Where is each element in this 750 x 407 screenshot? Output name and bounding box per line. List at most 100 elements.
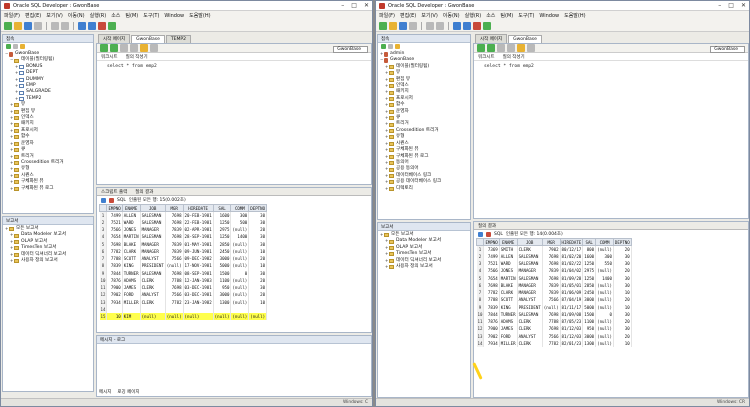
close-icon[interactable]: ✕ xyxy=(741,2,746,9)
table-cell[interactable]: 7900 xyxy=(483,325,500,333)
table-cell[interactable]: 81/02/20 xyxy=(560,252,584,260)
table-cell[interactable]: 7698 xyxy=(106,240,123,248)
pin-icon[interactable] xyxy=(101,197,106,203)
table-cell[interactable]: SALESMAN xyxy=(517,310,543,318)
table-cell[interactable]: 30 xyxy=(613,252,632,260)
column-header[interactable]: COMM xyxy=(230,204,250,212)
redo-icon[interactable] xyxy=(61,21,69,30)
table-cell[interactable]: 7782 xyxy=(542,339,561,347)
table-cell[interactable]: SALESMAN xyxy=(517,252,543,260)
menu-item[interactable]: 실행(R) xyxy=(465,12,482,19)
table-cell[interactable]: 20 xyxy=(613,245,632,253)
column-header[interactable]: MGR xyxy=(541,238,561,246)
table-cell[interactable]: (null) xyxy=(230,276,250,284)
menu-item[interactable]: 소스 xyxy=(111,12,120,19)
table-cell[interactable]: 7654 xyxy=(106,233,123,241)
table-cell[interactable]: 1500 xyxy=(582,310,597,318)
menu-item[interactable]: 도구(T) xyxy=(518,12,534,19)
table-cell[interactable]: SALESMAN xyxy=(140,218,166,226)
table-cell[interactable]: 7782 xyxy=(165,298,184,306)
table-cell[interactable]: SALESMAN xyxy=(517,260,543,268)
menu-item[interactable]: 파일(F) xyxy=(379,12,395,19)
table-cell[interactable]: 81/11/17 xyxy=(560,303,584,311)
table-cell[interactable]: 30 xyxy=(613,281,632,289)
rollback-icon[interactable] xyxy=(130,44,138,52)
table-row[interactable]: 5 7654 MARTIN SALESMAN 7698 81/09/28 1250 1400 3… xyxy=(476,274,632,282)
sql-tab-icon[interactable] xyxy=(486,231,491,237)
table-cell[interactable]: 81/06/09 xyxy=(560,289,584,297)
table-row[interactable]: 12 7900 JAMES CLERK 7698 81/12/03 950 (null) 30 xyxy=(476,325,632,333)
forward-icon[interactable] xyxy=(463,21,471,30)
table-cell[interactable]: 7782 xyxy=(106,247,123,255)
table-cell[interactable]: PRESIDENT xyxy=(517,303,543,311)
table-cell[interactable]: 2975 xyxy=(582,267,597,275)
worksheet-subtab[interactable]: 질의 작성기 xyxy=(503,54,525,60)
table-cell[interactable]: 7900 xyxy=(106,284,123,292)
table-cell[interactable]: 0 xyxy=(595,310,614,318)
menu-item[interactable]: Window xyxy=(539,13,559,19)
menu-item[interactable]: 이동(N) xyxy=(68,12,85,19)
table-row[interactable]: 5 7698 BLAKE MANAGER 7839 01-MAY-1981 2850 (nul… xyxy=(99,240,268,248)
table-cell[interactable]: (null) xyxy=(248,313,268,321)
column-header[interactable]: JOB xyxy=(516,238,543,246)
table-cell[interactable]: 10 xyxy=(248,247,268,255)
open-icon[interactable] xyxy=(14,21,22,30)
result-tab[interactable]: 질의 결과 xyxy=(135,189,153,195)
table-row[interactable]: 10 7876 ADAMS CLERK 7788 12-JAN-1983 1100 (null… xyxy=(99,276,268,284)
column-header[interactable]: MGR xyxy=(164,204,184,212)
table-row[interactable]: 9 7839 KING PRESIDENT (null) 81/11/17 5000 (nul… xyxy=(476,303,632,311)
table-cell[interactable]: 30 xyxy=(248,284,268,292)
table-cell[interactable]: 300 xyxy=(595,252,614,260)
menu-item[interactable]: 도구(T) xyxy=(143,12,159,19)
table-cell[interactable]: MILLER xyxy=(499,339,518,347)
table-cell[interactable]: MANAGER xyxy=(140,240,166,248)
table-cell[interactable]: 23-JAN-1982 xyxy=(183,298,214,306)
table-row[interactable]: 9 7844 TURNER SALESMAN 7698 08-SEP-1981 1500 0 3… xyxy=(99,269,268,277)
table-cell[interactable]: SALESMAN xyxy=(140,211,166,219)
table-cell[interactable]: BLAKE xyxy=(122,240,141,248)
table-cell[interactable]: 3000 xyxy=(582,296,597,304)
table-cell[interactable]: ANALYST xyxy=(140,291,166,299)
save-icon[interactable] xyxy=(399,21,407,30)
new-icon[interactable] xyxy=(4,21,12,30)
table-cell[interactable]: 81/12/03 xyxy=(560,325,584,333)
save-all-icon[interactable] xyxy=(34,21,42,30)
undo-icon[interactable] xyxy=(426,21,434,30)
table-cell[interactable] xyxy=(213,305,232,313)
explain-plan-icon[interactable] xyxy=(140,44,148,52)
table-row[interactable]: 4 7654 MARTIN SALESMAN 7698 28-SEP-1981 1250 14… xyxy=(99,233,268,241)
table-cell[interactable]: 7839 xyxy=(542,289,561,297)
table-cell[interactable]: 03-DEC-1981 xyxy=(183,284,214,292)
table-cell[interactable]: 30 xyxy=(613,260,632,268)
table-cell[interactable]: 3000 xyxy=(582,332,597,340)
sql-tab-icon[interactable] xyxy=(109,197,114,203)
table-cell[interactable]: (null) xyxy=(595,318,614,326)
table-cell[interactable]: 5000 xyxy=(582,303,597,311)
table-cell[interactable]: FORD xyxy=(122,291,141,299)
table-cell[interactable]: 7698 xyxy=(165,284,184,292)
table-cell[interactable]: MANAGER xyxy=(517,289,543,297)
table-cell[interactable]: 7902 xyxy=(483,332,500,340)
table-cell[interactable]: 20 xyxy=(248,276,268,284)
menu-item[interactable]: 편집(E) xyxy=(25,12,41,19)
table-cell[interactable]: 1300 xyxy=(582,339,597,347)
table-cell[interactable]: (null) xyxy=(542,303,561,311)
table-row[interactable]: 7 7782 CLARK MANAGER 7839 81/06/09 2450 (null) 1… xyxy=(476,289,632,297)
run-script-icon[interactable] xyxy=(487,44,495,52)
table-cell[interactable]: MARTIN xyxy=(499,274,518,282)
table-cell[interactable]: 80/12/17 xyxy=(560,245,584,253)
table-row[interactable]: 8 7839 KING PRESIDENT (null) 17-NOV-1981 5000(… xyxy=(99,262,268,270)
menu-item[interactable]: 파일(F) xyxy=(4,12,20,19)
column-header[interactable]: JOB xyxy=(139,204,166,212)
table-cell[interactable]: 30 xyxy=(613,310,632,318)
table-cell[interactable]: 7698 xyxy=(165,211,184,219)
table-cell[interactable]: CLARK xyxy=(122,247,141,255)
table-cell[interactable]: 7782 xyxy=(483,289,500,297)
table-cell[interactable]: 7934 xyxy=(106,298,123,306)
table-cell[interactable]: CLERK xyxy=(517,325,543,333)
run-statement-icon[interactable] xyxy=(100,44,108,52)
table-row[interactable]: 11 7876 ADAMS CLERK 7788 87/05/23 1100 (null) 20 xyxy=(476,318,632,326)
table-cell[interactable]: 7654 xyxy=(483,274,500,282)
table-cell[interactable]: ADAMS xyxy=(122,276,141,284)
menu-item[interactable]: 실행(R) xyxy=(90,12,107,19)
